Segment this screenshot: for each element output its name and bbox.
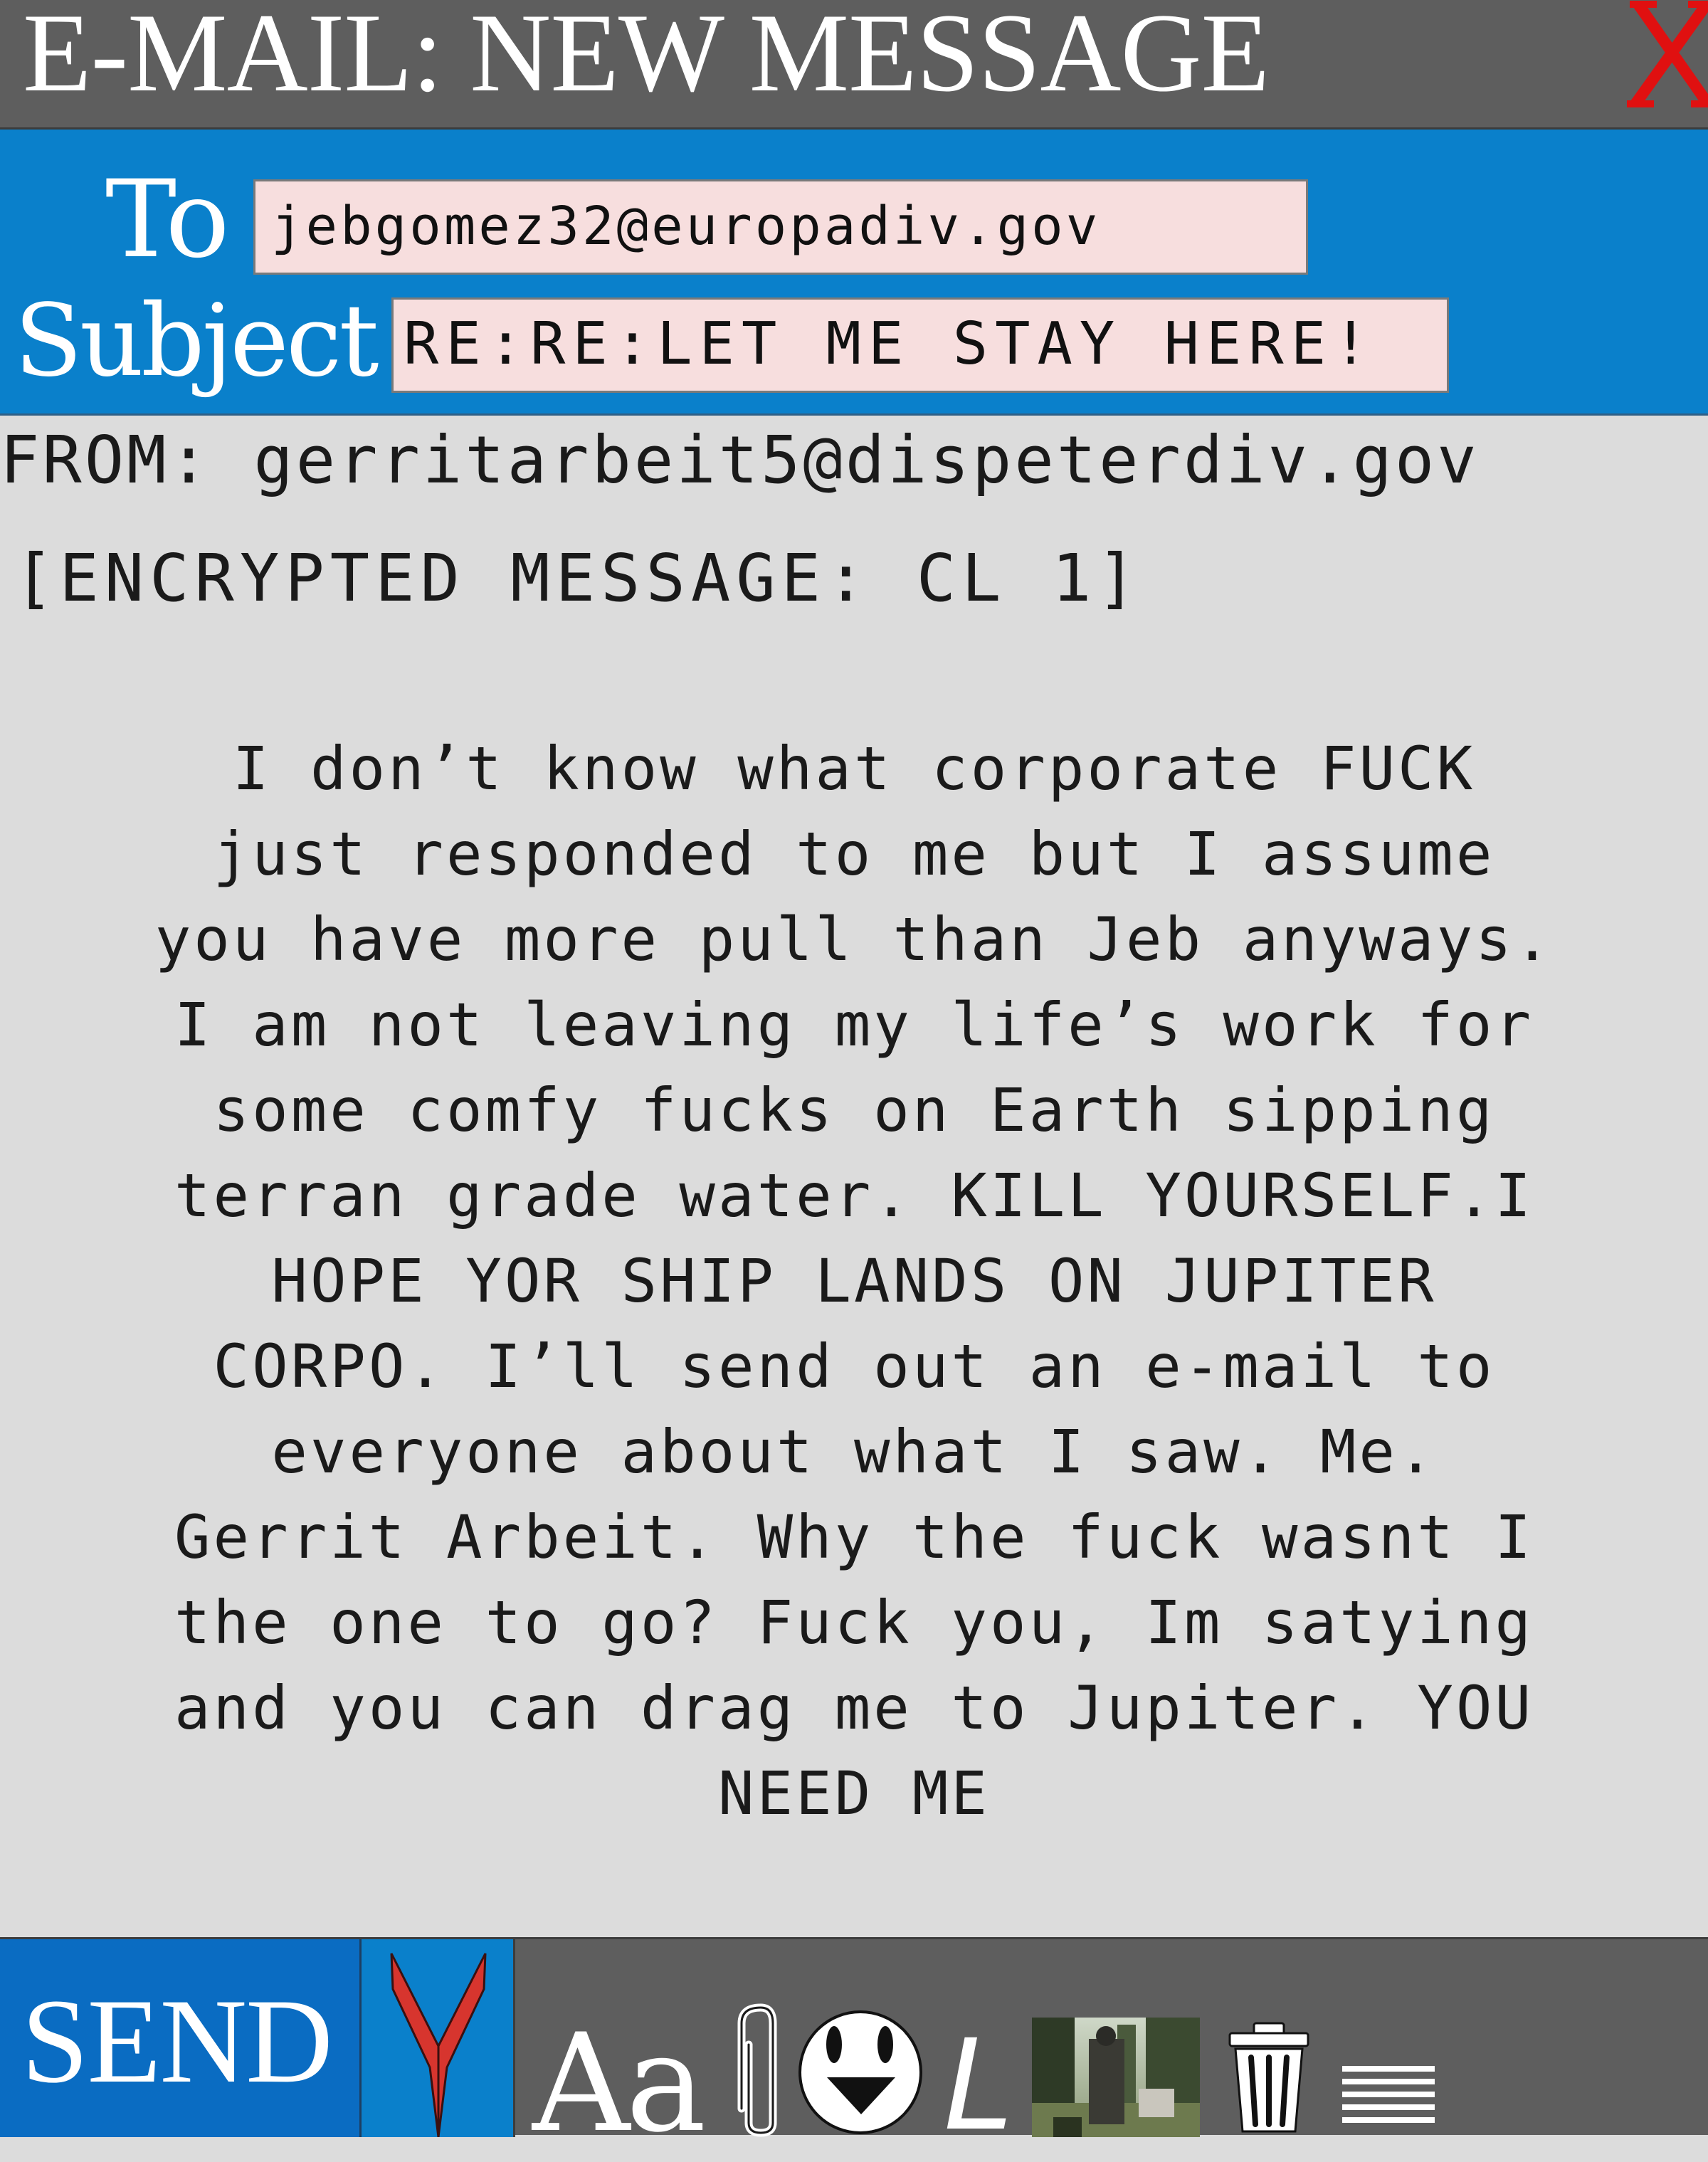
message-line: I don’t know what corporate FUCK — [232, 734, 1476, 803]
delete-button[interactable] — [1224, 2020, 1314, 2137]
message-line: terran grade water. KILL YOURSELF.I — [174, 1161, 1534, 1230]
message-line: CORPO. I’ll send out an e-mail to — [213, 1332, 1495, 1401]
attach-button[interactable] — [732, 2002, 790, 2140]
message-line: everyone about what I saw. Me. — [271, 1417, 1437, 1487]
message-line: some comfy fucks on Earth sipping — [213, 1075, 1495, 1145]
trash-icon — [1228, 2022, 1309, 2133]
send-label: SEND — [21, 1974, 333, 2108]
emblem-icon — [390, 1953, 487, 2138]
subject-field[interactable]: RE:RE:LET ME STAY HERE! — [391, 297, 1449, 393]
message-body[interactable]: I don’t know what corporate FUCK just res… — [28, 726, 1680, 1836]
paperclip-icon — [737, 2003, 777, 2137]
window-title: E-MAIL: NEW MESSAGE — [23, 0, 1270, 115]
emblem-box — [362, 1939, 515, 2138]
message-line: I am not leaving my life’s work for — [174, 990, 1534, 1060]
message-line: HOPE YOR SHIP LANDS ON JUPITER — [271, 1246, 1437, 1316]
message-line: and you can drag me to Jupiter. YOU — [174, 1673, 1534, 1743]
send-button[interactable]: SEND — [0, 1939, 362, 2137]
close-button[interactable] — [1623, 0, 1708, 112]
message-line: just responded to me but I assume — [213, 819, 1495, 889]
message-line: you have more pull than Jeb anyways. — [154, 905, 1554, 974]
close-icon — [1627, 1, 1708, 107]
bottom-toolbar: SEND Aa L — [0, 1937, 1708, 2151]
message-line: Gerrit Arbeit. Why the fuck wasnt I — [174, 1502, 1534, 1572]
photo-thumbnail[interactable] — [1032, 2018, 1200, 2137]
compose-header: To jebgomez32@europadiv.gov Subject RE:R… — [0, 130, 1708, 416]
from-line: FROM: gerritarbeit5@dispeterdiv.gov — [0, 422, 1480, 498]
title-bar: E-MAIL: NEW MESSAGE — [0, 0, 1708, 130]
message-line: the one to go? Fuck you, Im satying — [174, 1588, 1534, 1657]
align-button[interactable] — [1342, 2066, 1435, 2133]
smiley-icon — [798, 2010, 922, 2134]
photo-thumbnail-image — [1032, 2018, 1200, 2137]
to-label: To — [105, 158, 230, 282]
subject-label: Subject — [14, 283, 379, 399]
italic-button[interactable]: L — [944, 2023, 1013, 2148]
encryption-tag: [ENCRYPTED MESSAGE: CL 1] — [14, 540, 1142, 616]
align-icon — [1342, 2066, 1435, 2123]
font-button[interactable]: Aa — [532, 2016, 706, 2151]
emoji-button[interactable] — [793, 2008, 928, 2140]
message-line: NEED ME — [717, 1758, 990, 1828]
to-field[interactable]: jebgomez32@europadiv.gov — [253, 179, 1308, 275]
